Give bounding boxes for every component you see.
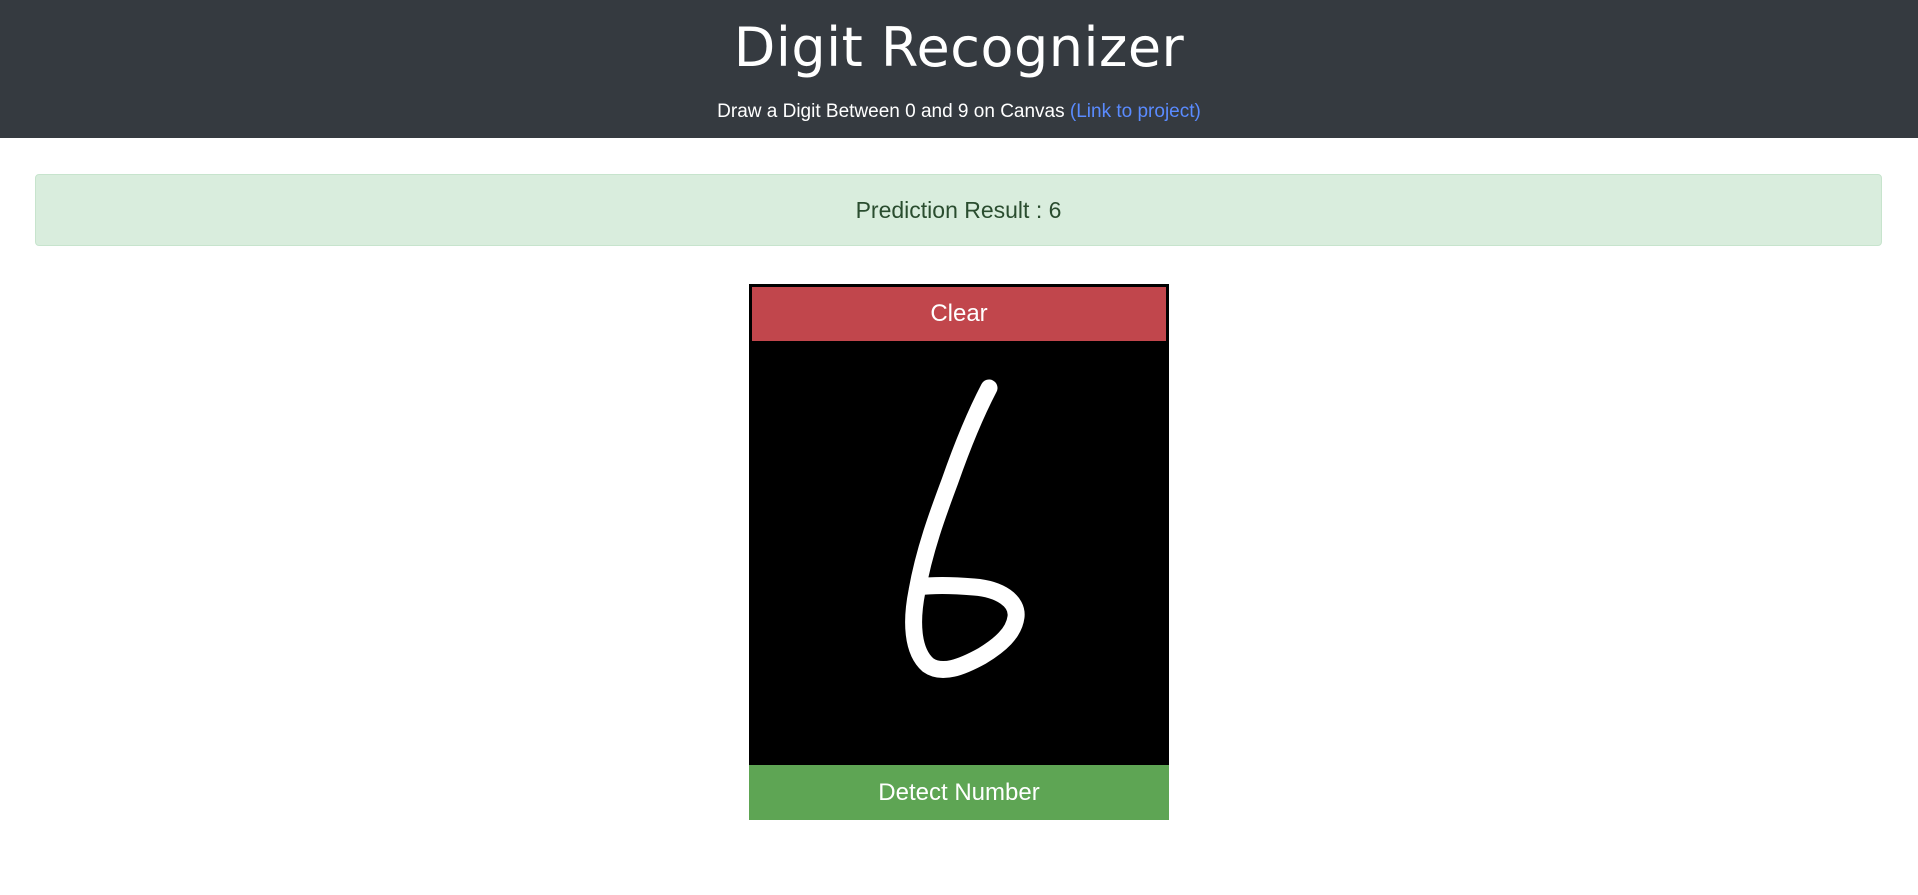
detect-number-button[interactable]: Detect Number [749, 765, 1169, 820]
project-link[interactable]: (Link to project) [1070, 101, 1201, 122]
prediction-result-text: Prediction Result : 6 [855, 197, 1062, 223]
prediction-result-alert: Prediction Result : 6 [35, 174, 1882, 246]
page-title: Digit Recognizer [733, 16, 1185, 79]
drawn-digit-stroke [905, 379, 1025, 678]
drawing-canvas[interactable] [752, 341, 1166, 765]
page-subtitle: Draw a Digit Between 0 and 9 on Canvas (… [0, 99, 1918, 125]
page-header: Digit Recognizer Draw a Digit Between 0 … [0, 0, 1918, 138]
subtitle-text: Draw a Digit Between 0 and 9 on Canvas [717, 101, 1065, 122]
clear-button[interactable]: Clear [752, 287, 1166, 341]
